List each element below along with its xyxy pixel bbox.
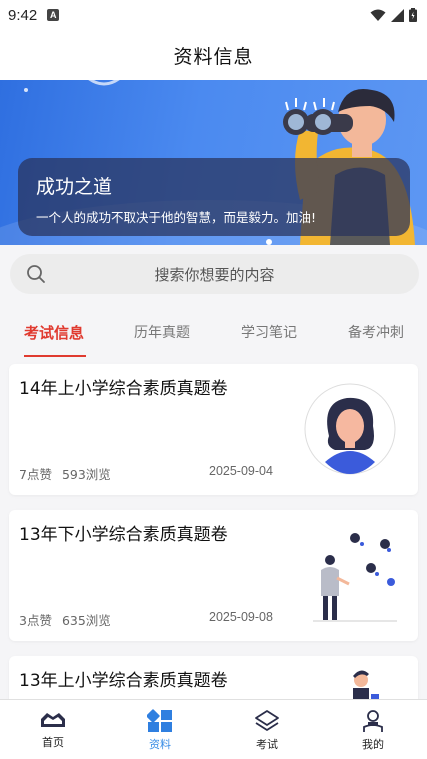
tab-study-notes[interactable]: 学习笔记 xyxy=(241,322,297,342)
search-placeholder: 搜索你想要的内容 xyxy=(154,265,275,284)
article-thumbnail xyxy=(304,383,396,475)
search-icon xyxy=(27,265,45,283)
tab-past-papers[interactable]: 历年真题 xyxy=(134,322,190,342)
nav-exam-label: 考试 xyxy=(256,738,278,751)
carousel-indicator-dot[interactable] xyxy=(266,239,272,245)
grid-icon xyxy=(147,709,172,732)
page-title: 资料信息 xyxy=(173,45,254,68)
status-time: 9:42 xyxy=(8,6,38,24)
status-bar: 9:42 A xyxy=(0,0,427,30)
banner-caption: 成功之道 一个人的成功不取决于他的智慧，而是毅力。加油! xyxy=(18,158,410,236)
layers-icon xyxy=(255,710,279,731)
tab-exam-info[interactable]: 考试信息 xyxy=(24,322,84,343)
nav-home-label: 首页 xyxy=(42,736,64,749)
search-input[interactable]: 搜索你想要的内容 xyxy=(10,254,419,294)
article-title: 13年下小学综合素质真题卷 xyxy=(19,525,228,545)
bottom-navigation: 首页 资料 考试 我的 xyxy=(0,699,427,759)
title-bar: 资料信息 xyxy=(0,30,427,80)
banner-subtitle: 一个人的成功不取决于他的智慧，而是毅力。加油! xyxy=(36,210,317,225)
banner-title: 成功之道 xyxy=(36,176,113,198)
article-views: 593浏览 xyxy=(61,467,111,482)
nav-profile[interactable]: 我的 xyxy=(320,700,426,759)
banner-carousel[interactable]: 成功之道 一个人的成功不取决于他的智慧，而是毅力。加油! xyxy=(0,80,427,245)
article-title: 14年上小学综合素质真题卷 xyxy=(19,379,228,399)
article-likes: 7点赞 xyxy=(19,467,52,482)
article-views: 635浏览 xyxy=(61,613,111,628)
wifi-icon xyxy=(370,9,386,21)
user-icon xyxy=(363,710,383,732)
home-icon xyxy=(41,713,65,727)
notification-icon: A xyxy=(47,9,60,21)
article-title: 13年上小学综合素质真题卷 xyxy=(19,671,228,691)
nav-materials[interactable]: 资料 xyxy=(107,700,213,759)
article-date: 2025-09-08 xyxy=(209,610,273,624)
nav-home[interactable]: 首页 xyxy=(0,700,106,759)
battery-icon xyxy=(409,8,417,22)
nav-profile-label: 我的 xyxy=(362,738,384,751)
article-card[interactable]: 14年上小学综合素质真题卷 7点赞 593浏览 2025-09-04 xyxy=(9,364,418,495)
active-tab-indicator xyxy=(24,355,86,357)
article-likes: 3点赞 xyxy=(19,613,52,628)
category-tabs: 考试信息 历年真题 学习笔记 备考冲刺 xyxy=(0,310,427,358)
tab-exam-sprint[interactable]: 备考冲刺 xyxy=(348,322,404,342)
article-card[interactable]: 13年下小学综合素质真题卷 3点赞 635浏览 2025-09-08 xyxy=(9,510,418,641)
nav-exam[interactable]: 考试 xyxy=(214,700,320,759)
article-meta: 7点赞 593浏览 xyxy=(19,464,111,483)
nav-materials-label: 资料 xyxy=(149,738,171,751)
article-meta: 3点赞 635浏览 xyxy=(19,610,111,629)
signal-icon xyxy=(391,8,404,22)
article-thumbnail xyxy=(313,533,397,622)
status-indicators xyxy=(370,8,417,22)
article-date: 2025-09-04 xyxy=(209,464,273,478)
